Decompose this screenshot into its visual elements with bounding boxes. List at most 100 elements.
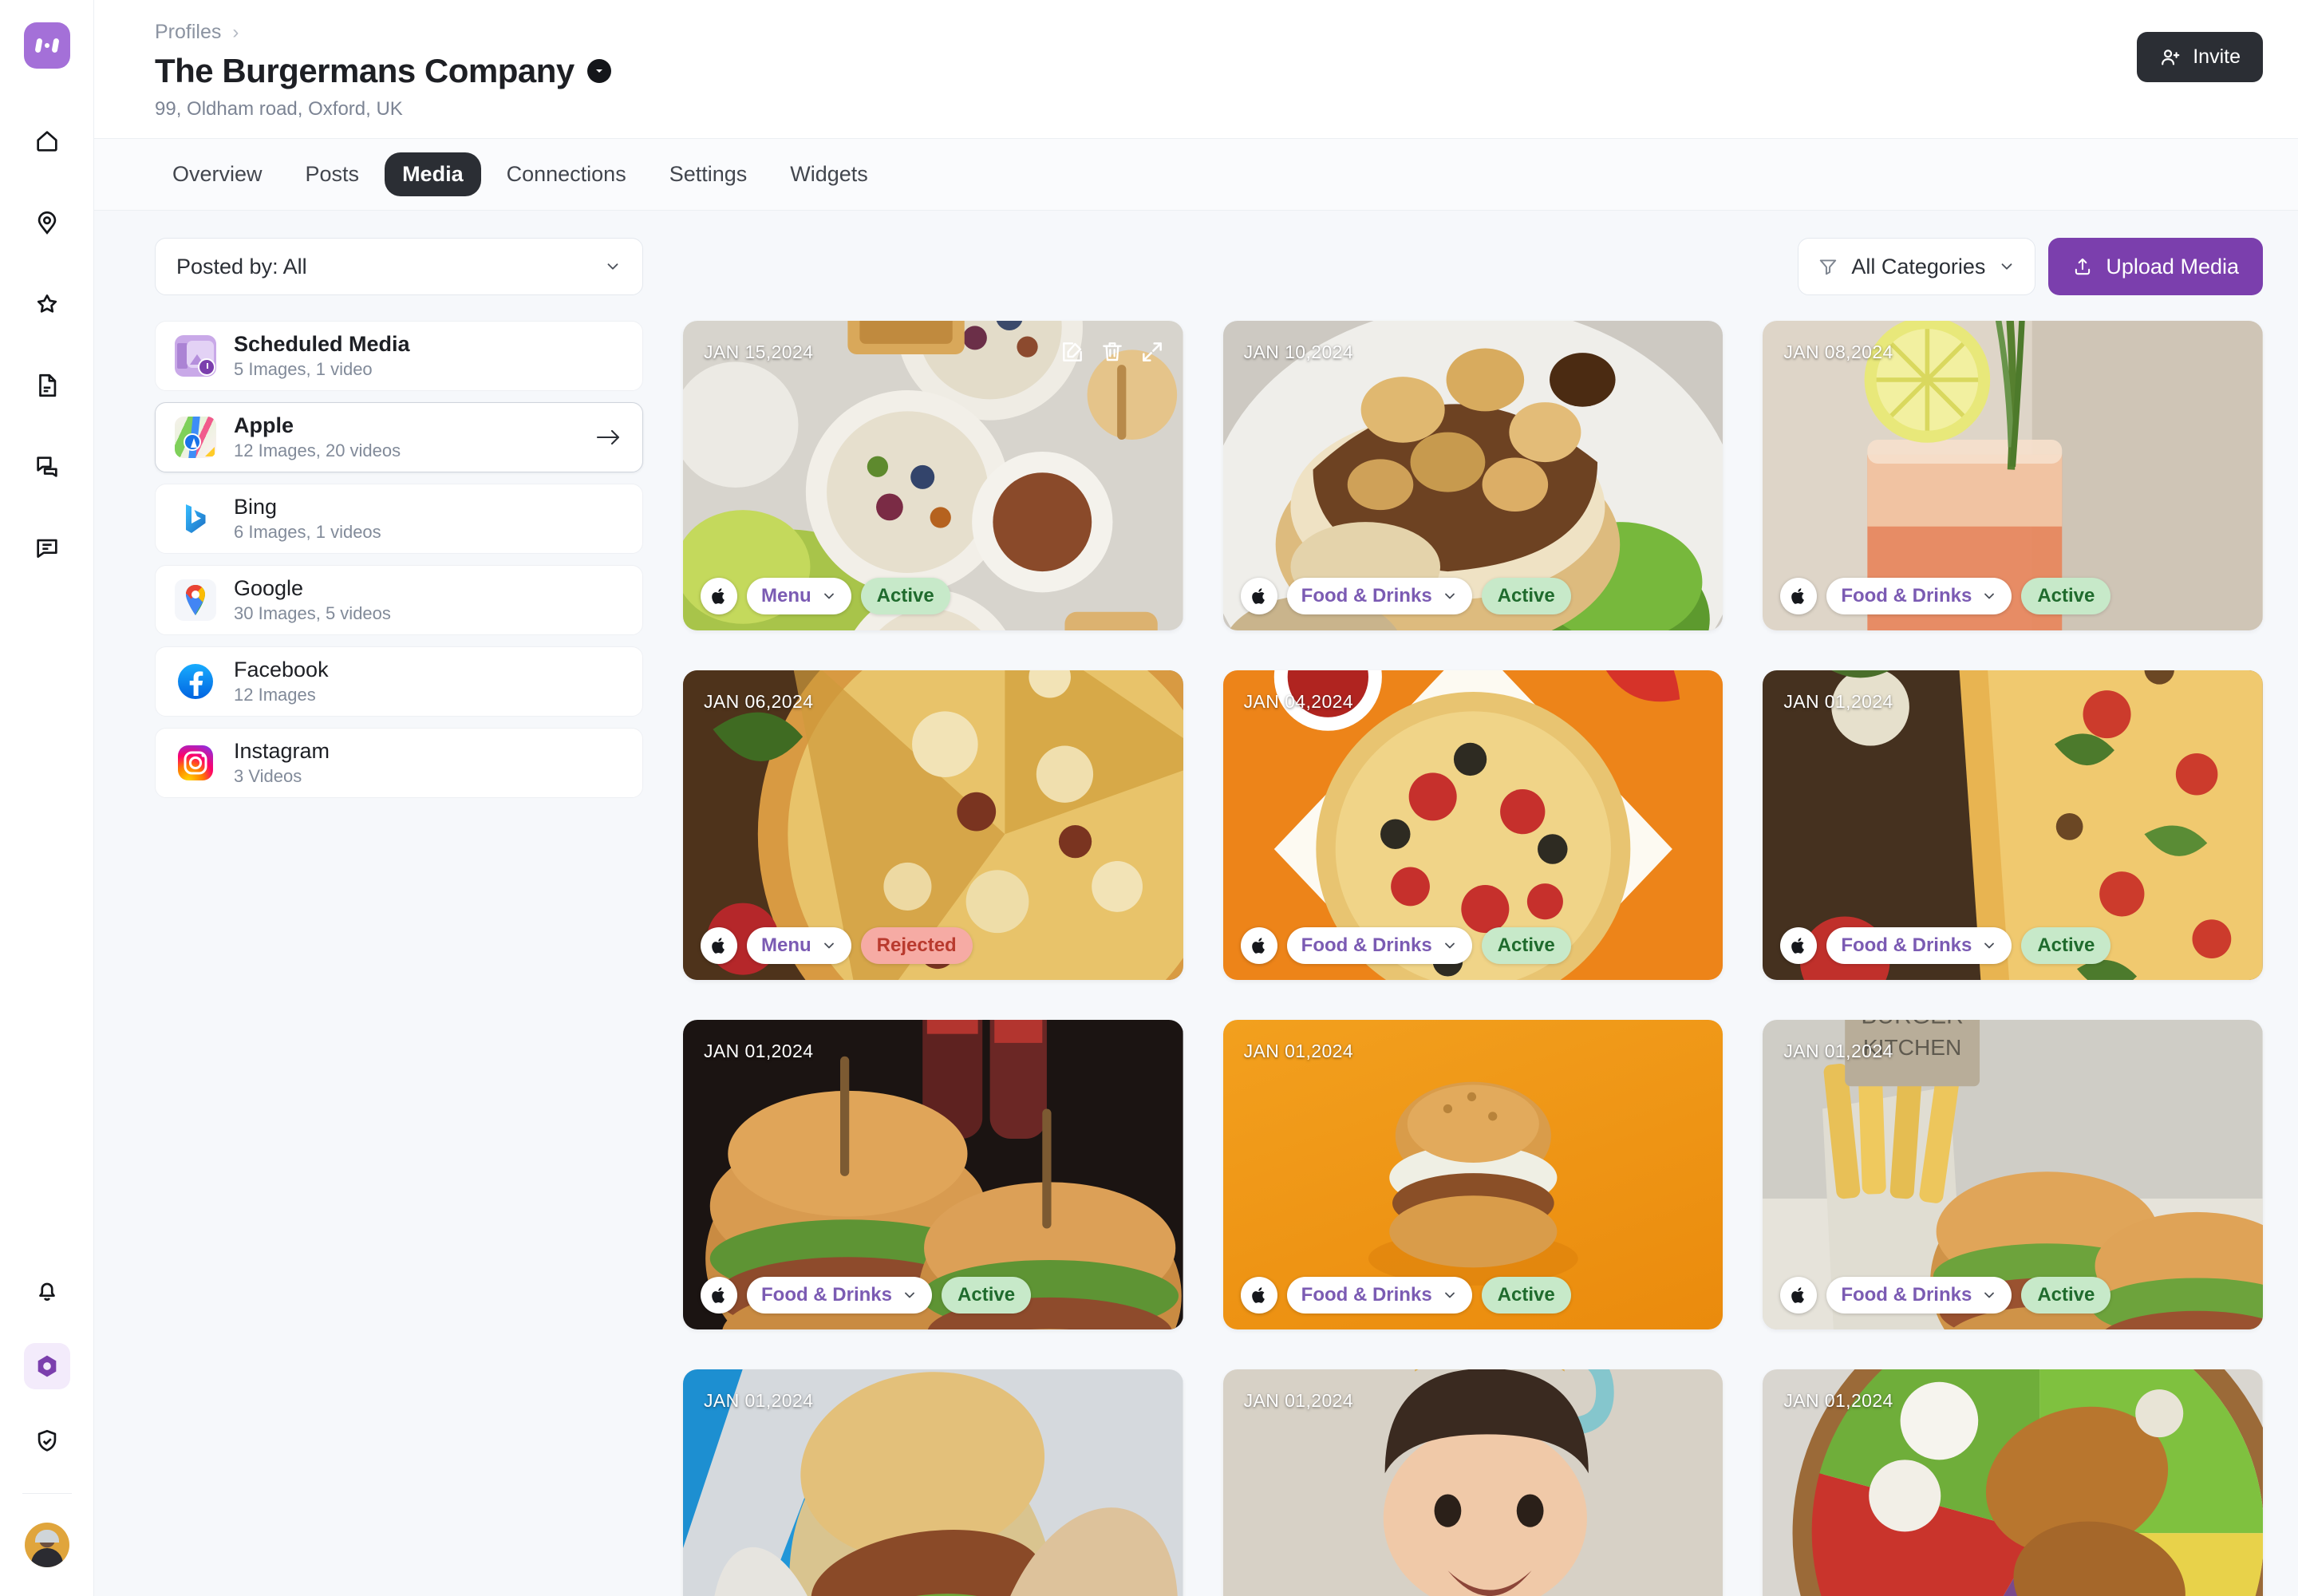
category-label: Food & Drinks [761,1284,893,1306]
source-item-apple[interactable]: Apple 12 Images, 20 videos [155,402,643,472]
media-card[interactable]: JAN 01,2024 Food & Drinks A [1222,1369,1724,1596]
sidebar-item-locations[interactable] [24,200,70,246]
chat-bubbles-icon [34,453,61,480]
media-date: JAN 01,2024 [1783,1390,1893,1411]
media-card[interactable]: JAN 01,2024 Food & Drinks A [683,1369,1183,1596]
bell-icon [34,1278,61,1305]
media-card[interactable]: JAN 06,2024 Menu Rejected [683,670,1183,980]
chevron-right-icon: › [232,21,239,43]
category-dropdown[interactable]: Food & Drinks [1826,927,2012,964]
category-label: Food & Drinks [1841,585,1972,606]
media-date: JAN 04,2024 [1243,691,1354,712]
sidebar-item-reviews[interactable] [24,281,70,327]
chevron-down-icon[interactable] [586,59,611,83]
source-count: 12 Images [234,685,316,705]
category-label: Food & Drinks [1841,934,1972,956]
filter-bar-right: All Categories Upload Media [1798,238,2263,295]
sidebar-item-reports[interactable] [24,362,70,409]
sidebar-item-notifications[interactable] [24,1268,70,1314]
status-badge: Active [942,1277,1032,1314]
media-date: JAN 15,2024 [704,342,814,362]
tab-widgets[interactable]: Widgets [772,152,886,196]
category-dropdown[interactable]: Menu [747,578,851,614]
main-area: Profiles › The Burgermans Company 99, Ol… [94,0,2298,1596]
apple-icon [1240,1277,1277,1314]
tab-settings[interactable]: Settings [652,152,765,196]
chevron-down-icon [1981,1287,1997,1303]
status-badge: Rejected [860,927,973,964]
status-badge: Active [1481,578,1571,614]
user-plus-icon [2159,46,2182,69]
avatar[interactable] [24,1523,69,1567]
status-badge: Active [2021,578,2111,614]
hexagon-icon [34,1353,61,1380]
invite-button[interactable]: Invite [2137,32,2263,82]
media-card[interactable]: JAN 01,2024 Food & Drinks A [1222,1020,1724,1329]
category-label: Food & Drinks [1841,1284,1972,1306]
media-card[interactable]: JAN 01,2024 Food & Drinks A [1763,670,2263,980]
media-date: JAN 01,2024 [704,1041,814,1061]
source-count: 12 Images, 20 videos [234,440,401,460]
source-item-google[interactable]: Google 30 Images, 5 videos [155,565,643,635]
media-card-footer: Food & Drinks Active [1780,1277,2111,1314]
source-item-bing[interactable]: Bing 6 Images, 1 videos [155,484,643,554]
location-pin-icon [34,209,61,236]
posted-by-select[interactable]: Posted by: All [155,238,643,295]
brand-logo[interactable] [23,22,70,69]
source-name: Instagram [234,739,330,763]
delete-icon[interactable] [1099,338,1126,365]
sidebar-item-apps[interactable] [23,1343,70,1389]
media-card[interactable]: GOURMET BURGER KITCHEN [1763,1020,2263,1329]
page-title: The Burgermans Company [155,52,574,89]
tab-overview[interactable]: Overview [155,152,280,196]
all-categories-select[interactable]: All Categories [1798,238,2036,295]
apple-icon [701,1277,737,1314]
apple-maps-icon [175,417,216,458]
tab-connections[interactable]: Connections [489,152,644,196]
category-dropdown[interactable]: Food & Drinks [1286,1277,1472,1314]
media-card[interactable]: JAN 15,2024 Menu Active [683,321,1183,630]
shield-check-icon [34,1428,61,1455]
arrow-right-icon[interactable] [594,426,623,448]
home-icon [34,128,61,155]
sidebar-item-comments[interactable] [24,525,70,571]
category-label: Menu [761,585,811,606]
sidebar-item-home[interactable] [24,118,70,164]
category-label: Menu [761,934,811,956]
sidebar-item-messages[interactable] [24,444,70,490]
upload-media-button[interactable]: Upload Media [2048,238,2263,295]
category-dropdown[interactable]: Food & Drinks [1286,927,1472,964]
media-card[interactable]: JAN 01,2024 Food & Drinks A [1763,1369,2263,1596]
source-item-scheduled-media[interactable]: Scheduled Media 5 Images, 1 video [155,321,643,391]
tab-posts[interactable]: Posts [288,152,377,196]
instagram-icon [175,742,216,784]
status-badge: Active [860,578,950,614]
media-card[interactable]: JAN 04,2024 Food & Drinks Active [1222,670,1724,980]
chevron-down-icon [1981,588,1997,604]
media-card-footer: Food & Drinks Active [1240,578,1571,614]
category-dropdown[interactable]: Food & Drinks [1286,578,1472,614]
media-date: JAN 01,2024 [1783,1041,1893,1061]
category-dropdown[interactable]: Menu [747,927,851,964]
category-dropdown[interactable]: Food & Drinks [1826,578,2012,614]
source-item-instagram[interactable]: Instagram 3 Videos [155,728,643,798]
google-maps-icon [175,579,216,621]
comment-icon [34,535,61,562]
tab-media[interactable]: Media [385,152,481,196]
media-date: JAN 08,2024 [1783,342,1893,362]
facebook-icon [175,661,216,702]
rail-secondary-nav [22,1268,72,1596]
edit-icon[interactable] [1059,338,1086,365]
source-item-facebook[interactable]: Facebook 12 Images [155,646,643,717]
category-dropdown[interactable]: Food & Drinks [1826,1277,2012,1314]
media-card[interactable]: JAN 01,2024 Food & Drinks A [683,1020,1183,1329]
breadcrumb-profiles[interactable]: Profiles [155,21,221,44]
source-name: Bing [234,495,278,519]
expand-icon[interactable] [1139,338,1166,365]
media-card[interactable]: JAN 08,2024 Food & Drinks Active [1763,321,2263,630]
sidebar-item-security[interactable] [24,1418,70,1464]
invite-label: Invite [2193,45,2241,68]
media-card[interactable]: JAN 10,2024 Food & Drinks Active [1222,321,1724,630]
filter-icon [1818,256,1838,277]
category-dropdown[interactable]: Food & Drinks [747,1277,933,1314]
